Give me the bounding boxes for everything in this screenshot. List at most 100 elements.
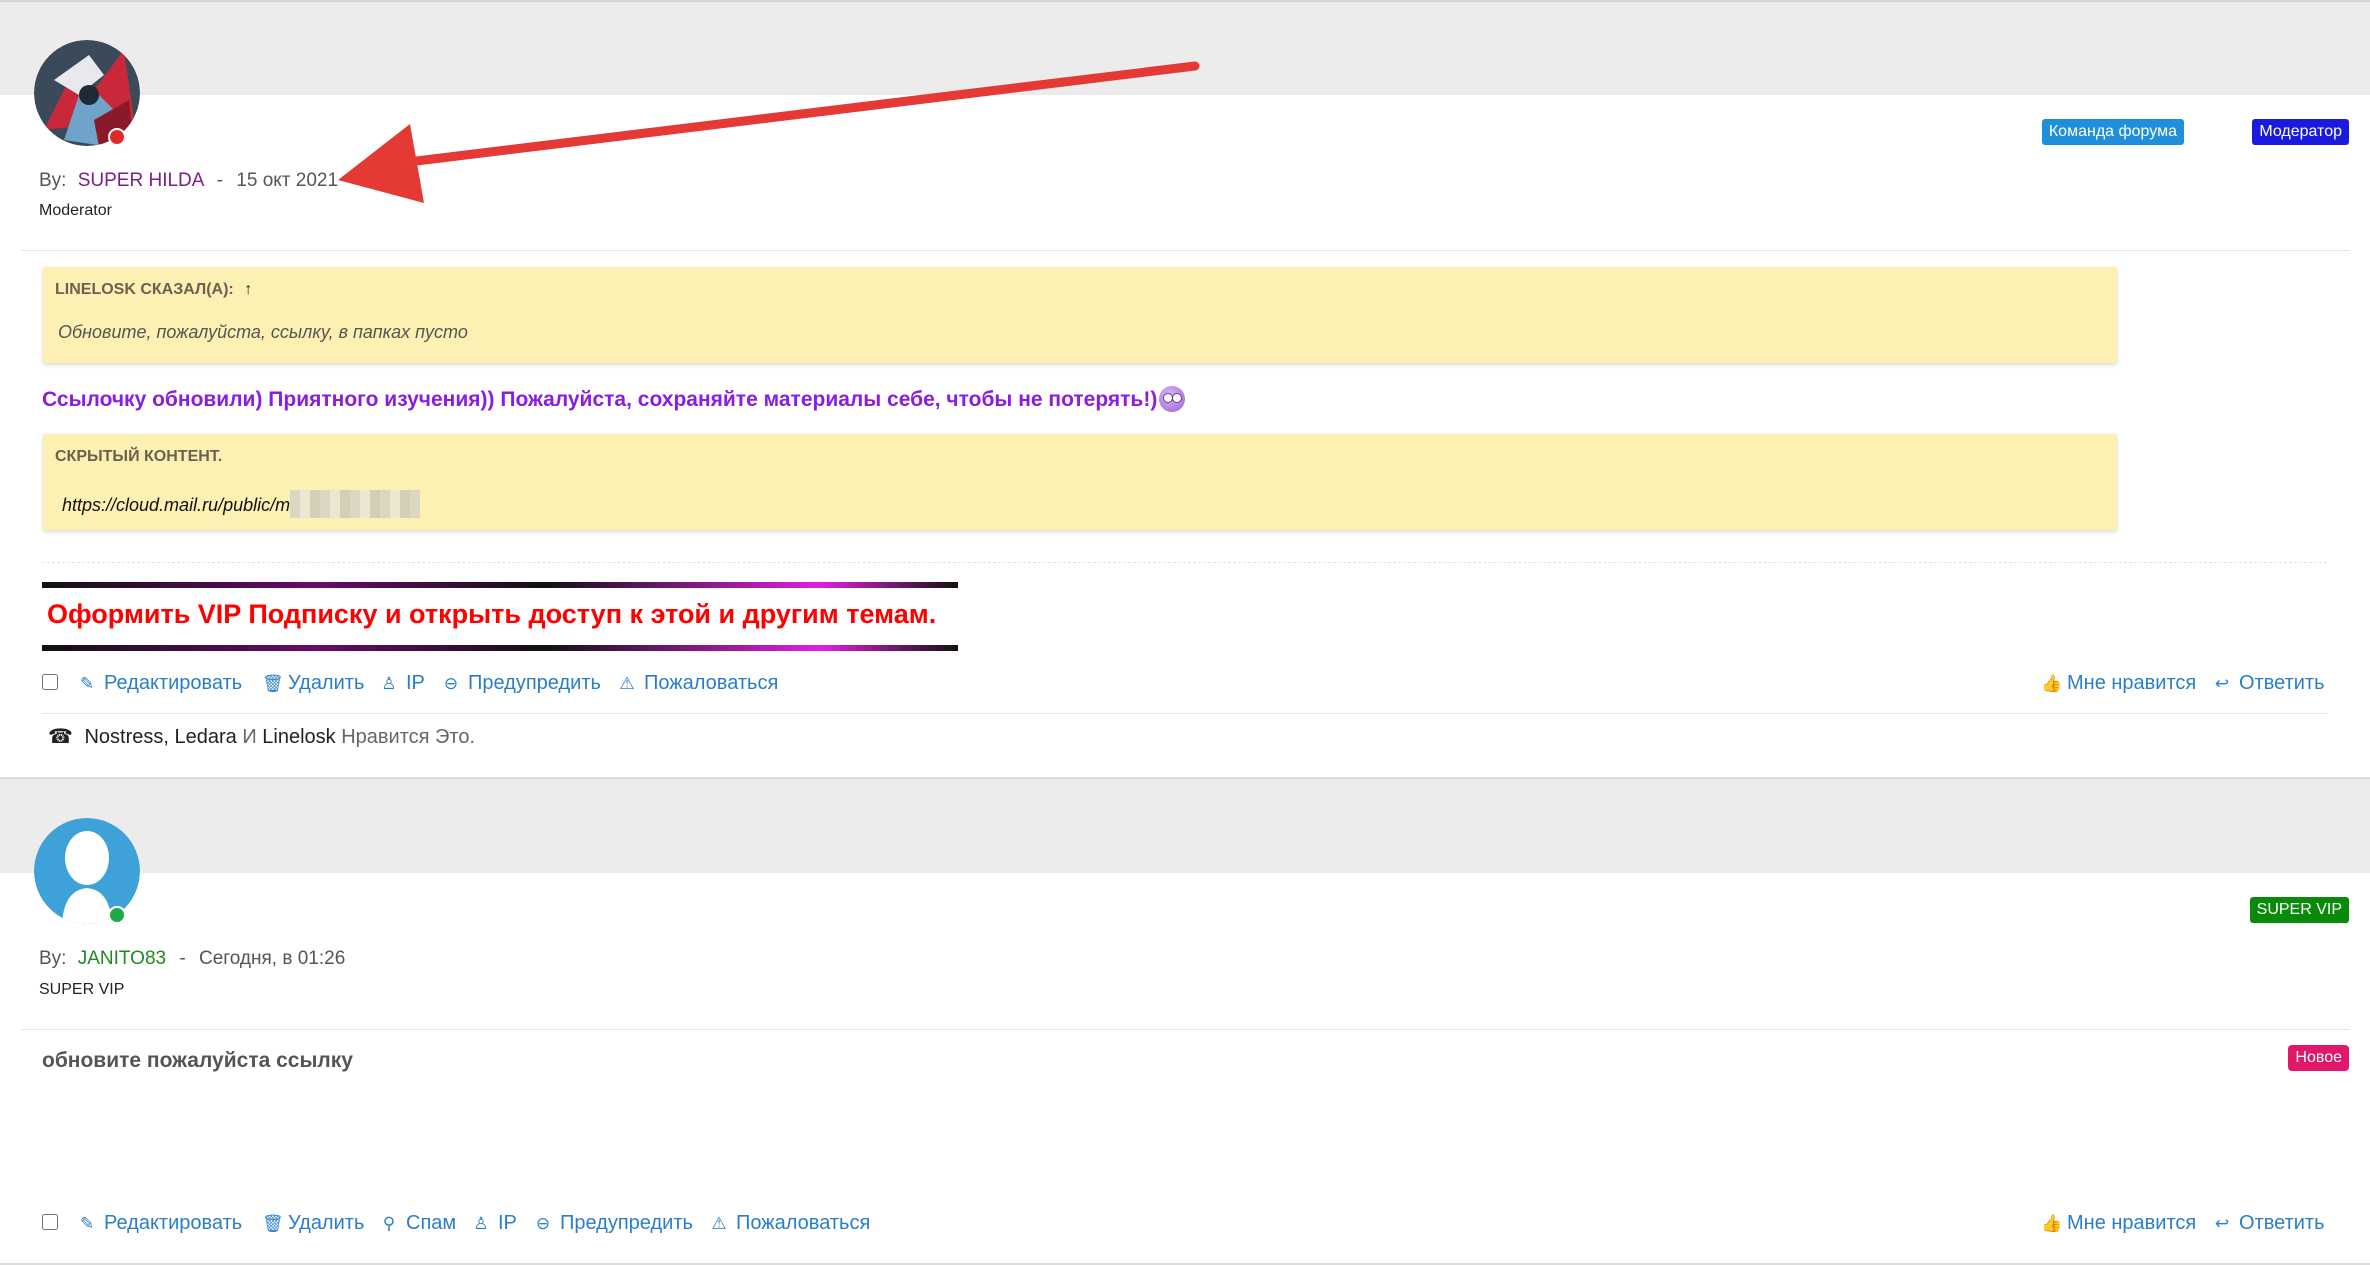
username-link[interactable]: SUPER HILDA (78, 170, 204, 191)
separator: - (179, 948, 186, 969)
spam-user-icon: ⚲ (382, 1214, 396, 1233)
quote-author: LINELOSK СКАЗАЛ(А): (55, 281, 234, 298)
user-ip-icon: ♙ (473, 1214, 489, 1233)
vip-banner[interactable]: Оформить VIP Подписку и открыть доступ к… (42, 582, 958, 654)
like-label: Мне нравится (2067, 1212, 2197, 1234)
edit-label: Редактировать (104, 672, 243, 694)
likes-and: И (242, 726, 257, 748)
minus-circle-icon: ⊖ (443, 674, 459, 693)
reply-icon: ↩ (2214, 1214, 2230, 1233)
post-byline: By: JANITO83 - Сегодня, в 01:26 (39, 948, 345, 970)
signature-divider (42, 562, 2327, 563)
reply-label: Ответить (2239, 1212, 2325, 1234)
badge-super-vip: SUPER VIP (2249, 897, 2349, 923)
likes-summary: ☎ Nostress, Ledara И Linelosk Нравится Э… (48, 724, 475, 749)
post-user-reply (0, 873, 2370, 1265)
divider (20, 1029, 2350, 1030)
likes-names[interactable]: Nostress, Ledara (84, 726, 236, 748)
hidden-link-row: https://cloud.mail.ru/public/m (62, 490, 421, 518)
status-dot-online (108, 906, 126, 924)
report-label: Пожаловаться (736, 1212, 871, 1234)
delete-label: Удалить (288, 672, 365, 694)
likes-suffix: Нравится Это. (341, 726, 476, 748)
ip-label: IP (406, 672, 425, 694)
avatar[interactable] (34, 40, 140, 146)
like-button[interactable]: 👍 Мне нравится (2041, 672, 2196, 695)
likes-divider (42, 713, 2327, 714)
trash-icon: 🗑 (262, 1214, 284, 1233)
top-border (0, 0, 2370, 2)
edit-icon: ✎ (79, 1214, 95, 1233)
ip-button[interactable]: ♙ IP (472, 1212, 517, 1235)
divider (20, 250, 2350, 251)
thumbs-up-icon: 👍 (2041, 1214, 2063, 1233)
delete-button[interactable]: 🗑 Удалить (262, 672, 364, 695)
vip-banner-text[interactable]: Оформить VIP Подписку и открыть доступ к… (47, 599, 936, 630)
avatar[interactable] (34, 818, 140, 924)
avatar-image (34, 40, 140, 146)
warning-triangle-icon: ⚠ (711, 1214, 727, 1233)
warn-label: Предупредить (560, 1212, 693, 1234)
spam-label: Спам (406, 1212, 457, 1234)
vip-bar-top (42, 582, 958, 588)
trash-icon: 🗑 (262, 674, 284, 693)
by-label: By: (39, 170, 67, 191)
separator: - (216, 170, 223, 191)
post-message: Ссылочку обновили) Приятного изучения)) … (42, 386, 1186, 412)
post-message-text: Ссылочку обновили) Приятного изучения)) … (42, 388, 1158, 411)
report-button[interactable]: ⚠ Пожаловаться (710, 1212, 870, 1235)
user-ip-icon: ♙ (381, 674, 397, 693)
hidden-content-block: СКРЫТЫЙ КОНТЕНТ. https://cloud.mail.ru/p… (43, 434, 2117, 530)
select-post-checkbox[interactable] (42, 1214, 58, 1230)
likes-last[interactable]: Linelosk (262, 726, 335, 748)
minus-circle-icon: ⊖ (535, 1214, 551, 1233)
quote-text: Обновите, пожалуйста, ссылку, в папках п… (58, 322, 468, 342)
reply-label: Ответить (2239, 672, 2325, 694)
edit-label: Редактировать (104, 1212, 243, 1234)
badge-moderator: Модератор (2252, 119, 2349, 145)
delete-label: Удалить (288, 1212, 365, 1234)
post-message: обновите пожалуйста ссылку (42, 1049, 353, 1072)
like-label: Мне нравится (2067, 672, 2197, 694)
post-actions: ✎ Редактировать 🗑 Удалить ⚲ Спам ♙ IP ⊖ Преду… (42, 1212, 2332, 1242)
blurred-link-patch (290, 490, 421, 518)
default-avatar-icon (34, 818, 140, 924)
edit-icon: ✎ (79, 674, 95, 693)
like-button[interactable]: 👍 Мне нравится (2041, 1212, 2196, 1235)
select-post-checkbox[interactable] (42, 674, 58, 690)
eyes-emoji-icon (1159, 386, 1186, 412)
badge-forum-team: Команда форума (2041, 119, 2184, 145)
edit-button[interactable]: ✎ Редактировать (78, 672, 242, 695)
report-button[interactable]: ⚠ Пожаловаться (618, 672, 778, 695)
report-label: Пожаловаться (644, 672, 779, 694)
badge-new: Новое (2288, 1045, 2349, 1071)
post-actions: ✎ Редактировать 🗑 Удалить ♙ IP ⊖ Предупредит… (42, 672, 2332, 702)
quote-header[interactable]: LINELOSK СКАЗАЛ(А): ↑ (55, 281, 252, 299)
status-dot-offline (108, 128, 126, 146)
quote-jump-arrow-icon[interactable]: ↑ (244, 281, 252, 298)
ip-button[interactable]: ♙ IP (380, 672, 425, 695)
post-date[interactable]: Сегодня, в 01:26 (199, 948, 345, 969)
spam-button[interactable]: ⚲ Спам (380, 1212, 456, 1235)
phone-icon: ☎ (48, 726, 73, 748)
by-label: By: (39, 948, 67, 969)
vip-bar-bottom (42, 645, 958, 651)
warn-button[interactable]: ⊖ Предупредить (534, 1212, 693, 1235)
hidden-content-title: СКРЫТЫЙ КОНТЕНТ. (55, 448, 223, 465)
edit-button[interactable]: ✎ Редактировать (78, 1212, 242, 1235)
post-byline: By: SUPER HILDA - 15 окт 2021 (39, 170, 338, 192)
user-title: SUPER VIP (39, 981, 125, 998)
warn-label: Предупредить (468, 672, 601, 694)
post-date[interactable]: 15 окт 2021 (236, 170, 338, 191)
user-title: Moderator (39, 202, 112, 219)
reply-button[interactable]: ↩ Ответить (2213, 1212, 2325, 1235)
quote-block: LINELOSK СКАЗАЛ(А): ↑ Обновите, пожалуйс… (43, 267, 2117, 363)
warn-button[interactable]: ⊖ Предупредить (442, 672, 601, 695)
hidden-link[interactable]: https://cloud.mail.ru/public/m (62, 495, 290, 515)
delete-button[interactable]: 🗑 Удалить (262, 1212, 364, 1235)
ip-label: IP (498, 1212, 517, 1234)
thumbs-up-icon: 👍 (2041, 674, 2063, 693)
warning-triangle-icon: ⚠ (619, 674, 635, 693)
username-link[interactable]: JANITO83 (78, 948, 166, 969)
reply-button[interactable]: ↩ Ответить (2213, 672, 2325, 695)
